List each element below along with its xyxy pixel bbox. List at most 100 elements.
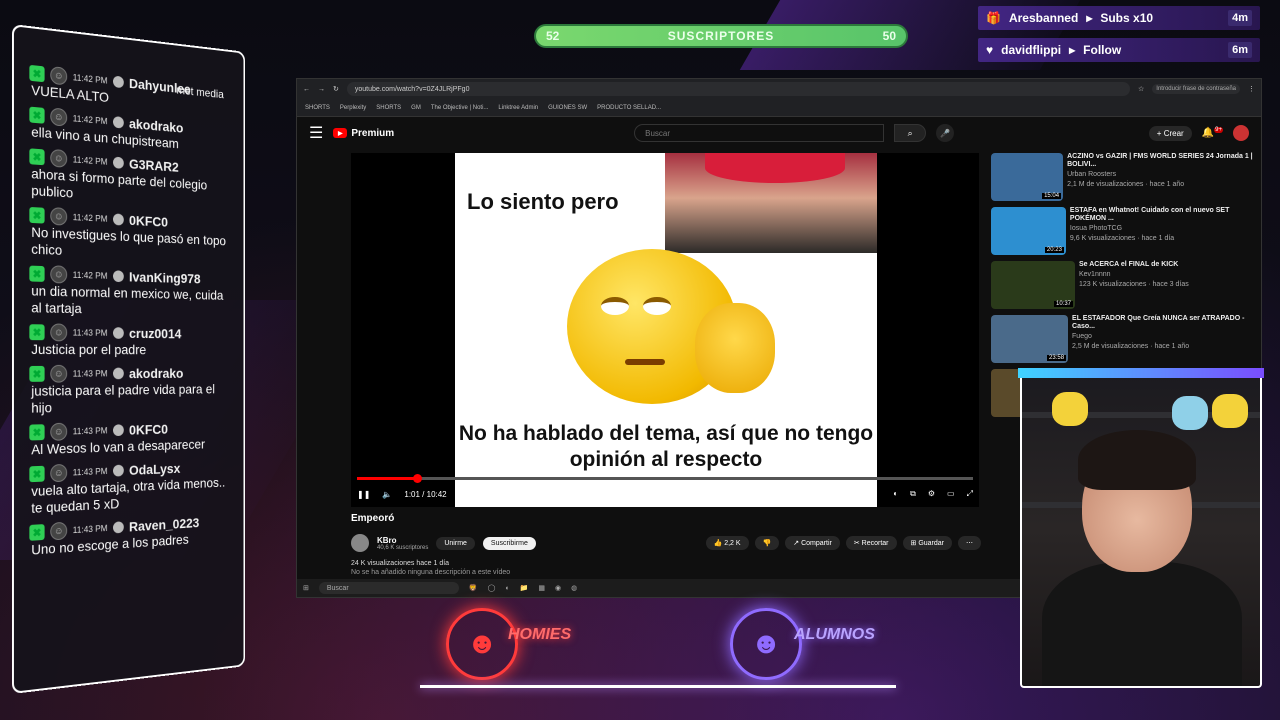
taskbar-search[interactable]: Buscar (318, 582, 459, 594)
video-player[interactable]: Lo siento pero No ha hablado del tema, a… (351, 153, 979, 507)
chat-username[interactable]: OdaLysx (129, 461, 180, 478)
store-icon[interactable]: ▦ (538, 584, 545, 592)
bookmark-item[interactable]: SHORTS (305, 105, 330, 111)
recommended-title[interactable]: Se ACERCA el FINAL de KICK (1079, 261, 1189, 269)
sub-badge-icon: ✖ (29, 365, 45, 382)
chat-username[interactable]: 0KFC0 (129, 421, 168, 437)
bookmark-item[interactable]: GUIONES SW (548, 105, 587, 111)
subscribe-button[interactable]: Suscribirme (482, 536, 536, 550)
video-thumbnail[interactable]: 23:58 (991, 315, 1069, 363)
video-views: 24 K visualizaciones hace 1 día (351, 560, 450, 567)
video-time: 1:01 / 10:42 (404, 489, 447, 499)
bookmark-item[interactable]: Linktree Admin (498, 105, 538, 111)
recommended-meta: 2,5 M de visualizaciones · hace 1 año (1072, 343, 1190, 350)
channel-row: KBro 40,6 K suscriptores Unirme Suscribi… (351, 534, 981, 552)
recommended-video[interactable]: 23:58 EL ESTAFADOR Que Creía NUNCA ser A… (991, 315, 1253, 367)
star-icon[interactable]: ☆ (1138, 85, 1144, 93)
fullscreen-icon[interactable]: ⤢ (967, 489, 973, 499)
url-field[interactable]: youtube.com/watch?v=0Z4JLRjPFg0 (346, 82, 1130, 96)
chat-text: justicia para el padre vida para el hijo (31, 381, 215, 416)
alert-user: Aresbanned (1008, 11, 1079, 25)
chat-text: un dia normal en mexico we, cuida al tar… (31, 282, 224, 317)
back-icon[interactable]: ← (303, 86, 310, 93)
video-duration: 15:04 (1042, 193, 1062, 199)
video-progress-bar[interactable] (357, 474, 973, 483)
alumnos-logo-icon: ☻ (730, 608, 802, 680)
bell-icon[interactable]: 🔔9+ (1202, 127, 1223, 139)
sub-badge-icon: ✖ (29, 64, 45, 83)
clip-button[interactable]: ✂ Recortar (845, 536, 897, 550)
more-icon[interactable]: ⋯ (958, 536, 981, 550)
chat-message: ✖ ☺ 11:43 PM OdaLysx vuela alto tartaja,… (29, 458, 228, 517)
chat-username[interactable]: akodrako (129, 366, 183, 381)
pikachu-plush (1052, 392, 1088, 426)
recommended-title[interactable]: EL ESTAFADOR Que Creía NUNCA ser ATRAPAD… (1072, 315, 1253, 331)
video-thumbnail[interactable]: 20:23 (991, 207, 1066, 255)
bookmark-item[interactable]: GM (411, 105, 421, 111)
password-button[interactable]: Introducir frase de contraseña (1152, 84, 1240, 94)
recommended-video[interactable]: 15:04 ACZINO vs GAZIR | FMS WORLD SERIES… (991, 153, 1253, 205)
chat-avatar: ☺ (50, 364, 68, 383)
bookmark-item[interactable]: The Objective | Noti... (431, 105, 489, 111)
sub-badge-icon: ✖ (29, 324, 45, 341)
create-button[interactable]: + Crear (1148, 125, 1192, 141)
bookmark-item[interactable]: Perplexity (340, 105, 366, 111)
discord-icon[interactable]: ◍ (571, 584, 577, 592)
chat-username[interactable]: 0KFC0 (129, 212, 168, 229)
video-title: Empeoró (351, 513, 395, 524)
video-duration: 23:58 (1047, 355, 1067, 361)
channel-avatar[interactable] (351, 534, 369, 552)
dislike-button[interactable]: 👎 (754, 536, 780, 550)
badge-icon (112, 116, 124, 129)
bookmark-item[interactable]: SHORTS (376, 105, 401, 111)
recommended-title[interactable]: ESTAFA en Whatnot! Cuidado con el nuevo … (1070, 207, 1253, 223)
edge-icon[interactable]: ◐ (505, 585, 509, 592)
brave-icon[interactable]: 🦁 (469, 584, 478, 592)
volume-icon[interactable]: 🔈 (382, 490, 392, 499)
like-button[interactable]: 👍 2,2 K (705, 536, 749, 550)
theater-icon[interactable]: ▭ (947, 489, 955, 499)
homies-label: HOMIES (508, 626, 572, 643)
join-button[interactable]: Unirme (436, 536, 475, 550)
recommended-meta: 9,6 K visualizaciones · hace 1 día (1069, 235, 1175, 242)
subtitles-icon[interactable]: ⧉ (910, 489, 916, 499)
microphone-icon[interactable]: 🎤 (936, 124, 955, 142)
sub-badge-icon: ✖ (29, 265, 45, 282)
thumbs-hand-icon (695, 303, 775, 393)
chat-username[interactable]: cruz0014 (129, 325, 181, 341)
forward-icon[interactable]: → (318, 86, 325, 93)
avatar[interactable] (1233, 125, 1249, 141)
chrome-icon[interactable]: ◉ (555, 584, 561, 592)
progress-knob[interactable] (412, 474, 422, 483)
channel-name[interactable]: KBro (377, 536, 428, 545)
recommended-channel: Fuego (1072, 333, 1092, 340)
reload-icon[interactable]: ↻ (333, 85, 339, 93)
video-thumbnail[interactable]: 15:04 (991, 153, 1064, 201)
subscriber-goal-bar: 52 SUSCRIPTORES 50 (534, 24, 908, 48)
recommended-title[interactable]: ACZINO vs GAZIR | FMS WORLD SERIES 24 Jo… (1067, 153, 1253, 169)
menu-icon[interactable]: ⋮ (1248, 85, 1255, 93)
subs-current: 52 (546, 29, 560, 43)
search-icon[interactable]: ⌕ (894, 124, 927, 142)
chat-username[interactable]: IvanKing978 (129, 269, 201, 286)
chat-time: 11:42 PM (72, 212, 108, 224)
autoplay-toggle[interactable]: ◐ (893, 489, 898, 499)
youtube-logo[interactable]: ▶ Premium (333, 128, 394, 139)
recommended-meta: 2,1 M de visualizaciones · hace 1 año (1067, 181, 1185, 188)
chat-time: 11:42 PM (72, 72, 108, 86)
share-button[interactable]: ↗ Compartir (785, 536, 840, 550)
video-thumbnail[interactable]: 10:37 (991, 261, 1075, 309)
opera-icon[interactable]: ◯ (488, 584, 496, 592)
recommended-video[interactable]: 10:37 Se ACERCA el FINAL de KICK Kev1nnn… (991, 261, 1253, 313)
recommended-video[interactable]: 20:23 ESTAFA en Whatnot! Cuidado con el … (991, 207, 1253, 259)
save-button[interactable]: ⊞ Guardar (902, 536, 952, 550)
settings-gear-icon[interactable]: ⚙ (928, 489, 935, 499)
pause-icon[interactable]: ❚❚ (357, 490, 370, 499)
hamburger-icon[interactable]: ☰ (309, 123, 323, 143)
folder-icon[interactable]: 📁 (520, 584, 529, 592)
search-input[interactable]: Buscar (634, 124, 885, 142)
bookmark-item[interactable]: PRODUCTO SELLAD... (597, 105, 661, 111)
player-controls: ❚❚ 🔈 1:01 / 10:42 ◐ ⧉ ⚙ ▭ ⤢ (357, 485, 973, 503)
youtube-play-icon: ▶ (333, 128, 348, 138)
windows-icon[interactable]: ⊞ (303, 584, 309, 592)
